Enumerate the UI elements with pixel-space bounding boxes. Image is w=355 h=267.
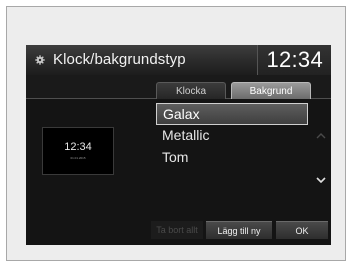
ok-button[interactable]: OK <box>276 221 328 239</box>
manual-figure-frame: Klock/bakgrundstyp 12:34 Klocka Bakgrund… <box>6 6 346 261</box>
header-bar: Klock/bakgrundstyp 12:34 <box>26 45 331 75</box>
background-list: Galax Metallic Tom <box>156 103 308 169</box>
list-item-tom[interactable]: Tom <box>156 147 308 169</box>
list-item-metallic[interactable]: Metallic <box>156 125 308 147</box>
clock-display: 12:34 <box>257 45 331 75</box>
tab-klocka[interactable]: Klocka <box>156 82 226 99</box>
scroll-up-icon[interactable] <box>316 133 326 139</box>
preview-date: 01.01.2015 <box>70 156 86 160</box>
preview-time: 12:34 <box>64 141 92 153</box>
clock-time: 12:34 <box>266 47 323 72</box>
add-new-button[interactable]: Lägg till ny <box>206 221 272 239</box>
tab-bar: Klocka Bakgrund <box>26 75 331 99</box>
bottom-button-bar: Ta bort allt Lägg till ny OK <box>26 217 331 245</box>
page-title: Klock/bakgrundstyp <box>53 51 186 68</box>
list-item-galax[interactable]: Galax <box>156 103 308 125</box>
delete-all-button[interactable]: Ta bort allt <box>151 221 203 239</box>
clock-preview: 12:34 01.01.2015 <box>42 127 114 175</box>
scroll-down-icon[interactable] <box>316 177 326 183</box>
display-screen: Klock/bakgrundstyp 12:34 Klocka Bakgrund… <box>26 45 331 245</box>
gear-icon <box>35 55 45 65</box>
tab-bakgrund[interactable]: Bakgrund <box>231 82 311 99</box>
